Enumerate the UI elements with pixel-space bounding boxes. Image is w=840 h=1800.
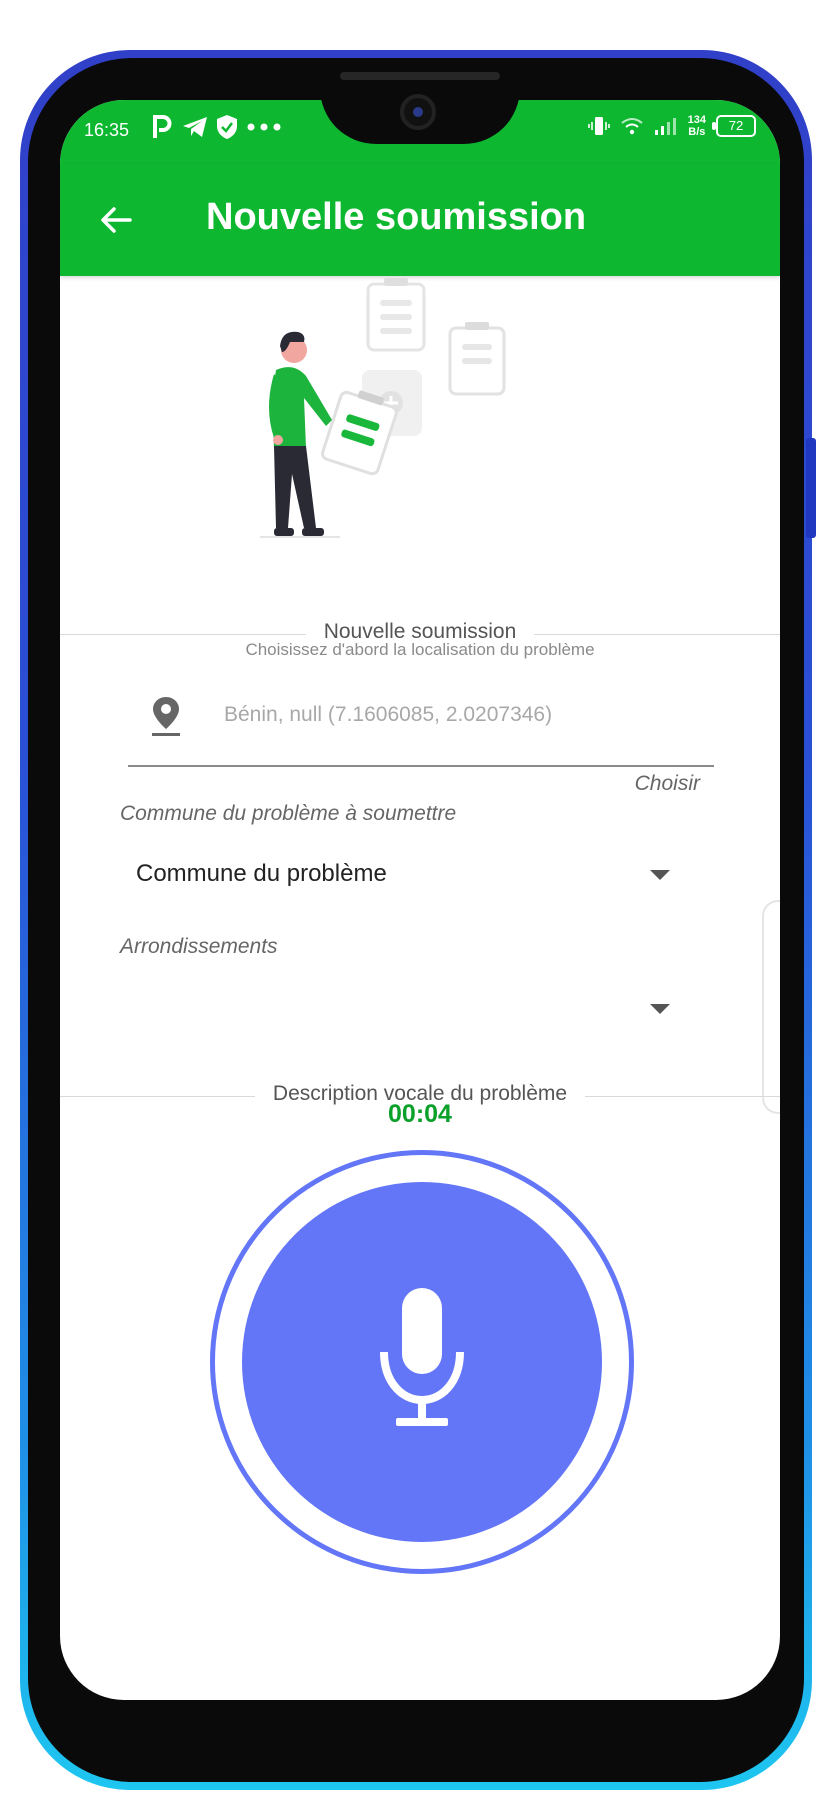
more-dots-icon — [247, 123, 281, 131]
microphone-icon — [380, 1288, 464, 1426]
section-subtitle: Choisissez d'abord la localisation du pr… — [245, 640, 595, 659]
recording-timer: 00:04 — [388, 1100, 452, 1128]
location-pin-icon — [152, 697, 180, 736]
net-speed-unit: B/s — [688, 126, 706, 138]
page-title: Nouvelle soumission — [206, 196, 587, 238]
speaker-grille — [340, 72, 500, 80]
net-speed: 134 B/s — [688, 114, 706, 138]
choose-location-button[interactable]: Choisir — [635, 772, 700, 796]
location-field[interactable]: Bénin, null (7.1606085, 2.0207346) — [128, 683, 714, 767]
app-screen: 16:35 134 B/s 72 Nouvelle soumission Nou… — [60, 100, 780, 1700]
wifi-icon — [621, 118, 643, 135]
shield-check-icon — [217, 115, 237, 139]
commune-dropdown[interactable]: Commune du problème — [120, 846, 680, 906]
back-arrow-icon[interactable] — [96, 200, 136, 240]
vibrate-icon — [587, 117, 610, 135]
record-voice-button[interactable] — [242, 1182, 602, 1542]
clipboard-icon — [366, 278, 426, 352]
submission-illustration — [260, 278, 506, 538]
signal-icon — [654, 118, 676, 135]
dropdown-caret-icon — [650, 1004, 670, 1014]
battery-level: 72 — [728, 118, 744, 133]
parking-icon — [153, 115, 172, 138]
status-time: 16:35 — [84, 120, 130, 140]
commune-label: Commune du problème à soumettre — [120, 802, 457, 825]
arrondissements-dropdown[interactable] — [120, 980, 680, 1040]
status-icons-left — [152, 114, 282, 140]
telegram-icon — [183, 117, 207, 137]
clipboard-icon — [448, 322, 506, 396]
net-speed-value: 134 — [687, 114, 706, 126]
app-bar: Nouvelle soumission — [60, 164, 780, 276]
dropdown-caret-icon — [650, 870, 670, 880]
arrondissements-label: Arrondissements — [120, 935, 278, 958]
location-value: Bénin, null (7.1606085, 2.0207346) — [224, 703, 553, 726]
battery-icon: 72 — [712, 115, 756, 137]
commune-selected: Commune du problème — [136, 860, 387, 887]
front-camera — [400, 94, 436, 130]
status-icons-right: 134 B/s 72 — [587, 114, 756, 138]
